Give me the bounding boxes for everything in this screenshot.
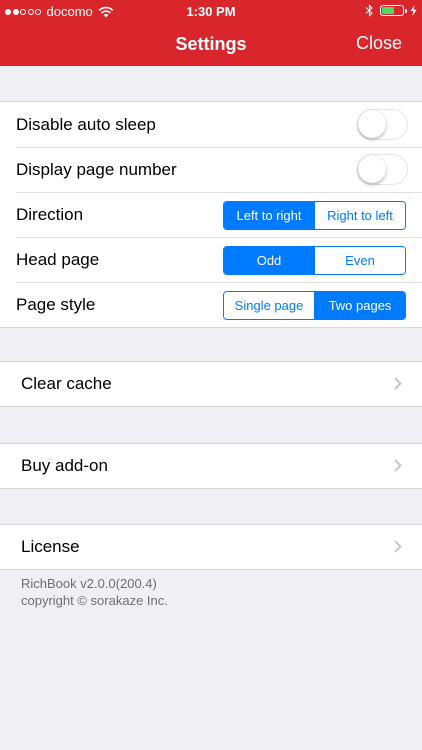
row-page-style: Page style Single page Two pages (0, 282, 422, 327)
chevron-right-icon (394, 459, 402, 472)
buy-addon-label: Buy add-on (21, 456, 108, 475)
display-page-number-label: Display page number (16, 160, 177, 179)
copyright-text: copyright © sorakaze Inc. (21, 593, 168, 608)
head-page-option-even[interactable]: Even (314, 247, 405, 274)
direction-label: Direction (16, 205, 84, 224)
chevron-right-icon (394, 540, 402, 553)
direction-option-left-to-right[interactable]: Left to right (224, 202, 314, 229)
clear-cache-cell[interactable]: Clear cache (0, 361, 422, 407)
page-style-option-single-page[interactable]: Single page (224, 292, 314, 319)
status-bar: docomo 1:30 PM (0, 0, 422, 22)
head-page-label: Head page (16, 250, 100, 269)
bluetooth-icon (365, 4, 373, 17)
toggle-knob (358, 155, 386, 183)
footer-info: RichBook v2.0.0(200.4) copyright © sorak… (21, 575, 168, 609)
direction-option-right-to-left[interactable]: Right to left (314, 202, 405, 229)
disable-auto-sleep-label: Disable auto sleep (16, 115, 156, 134)
settings-group: Disable auto sleep Display page number D… (0, 101, 422, 328)
head-page-segmented-control: Odd Even (223, 246, 406, 275)
chevron-right-icon (394, 377, 402, 390)
battery-cap (405, 8, 407, 13)
clear-cache-label: Clear cache (21, 374, 112, 393)
disable-auto-sleep-toggle[interactable] (357, 109, 408, 140)
direction-segmented-control: Left to right Right to left (223, 201, 406, 230)
page-style-option-two-pages[interactable]: Two pages (314, 292, 405, 319)
buy-addon-cell[interactable]: Buy add-on (0, 443, 422, 489)
display-page-number-toggle[interactable] (357, 154, 408, 185)
charging-bolt-icon (410, 5, 417, 16)
app-version: RichBook v2.0.0(200.4) (21, 576, 157, 591)
status-time: 1:30 PM (186, 4, 236, 19)
status-right (365, 4, 417, 17)
row-head-page: Head page Odd Even (0, 237, 422, 282)
battery-icon (380, 5, 404, 16)
toggle-knob (358, 110, 386, 138)
close-button[interactable]: Close (356, 33, 402, 54)
page-style-label: Page style (16, 295, 96, 314)
battery-level (382, 7, 394, 14)
license-label: License (21, 537, 80, 556)
page-style-segmented-control: Single page Two pages (223, 291, 406, 320)
license-cell[interactable]: License (0, 524, 422, 570)
navigation-bar: Settings Close (0, 22, 422, 66)
row-disable-auto-sleep: Disable auto sleep (0, 102, 422, 147)
row-direction: Direction Left to right Right to left (0, 192, 422, 237)
row-display-page-number: Display page number (0, 147, 422, 192)
head-page-option-odd[interactable]: Odd (224, 247, 314, 274)
